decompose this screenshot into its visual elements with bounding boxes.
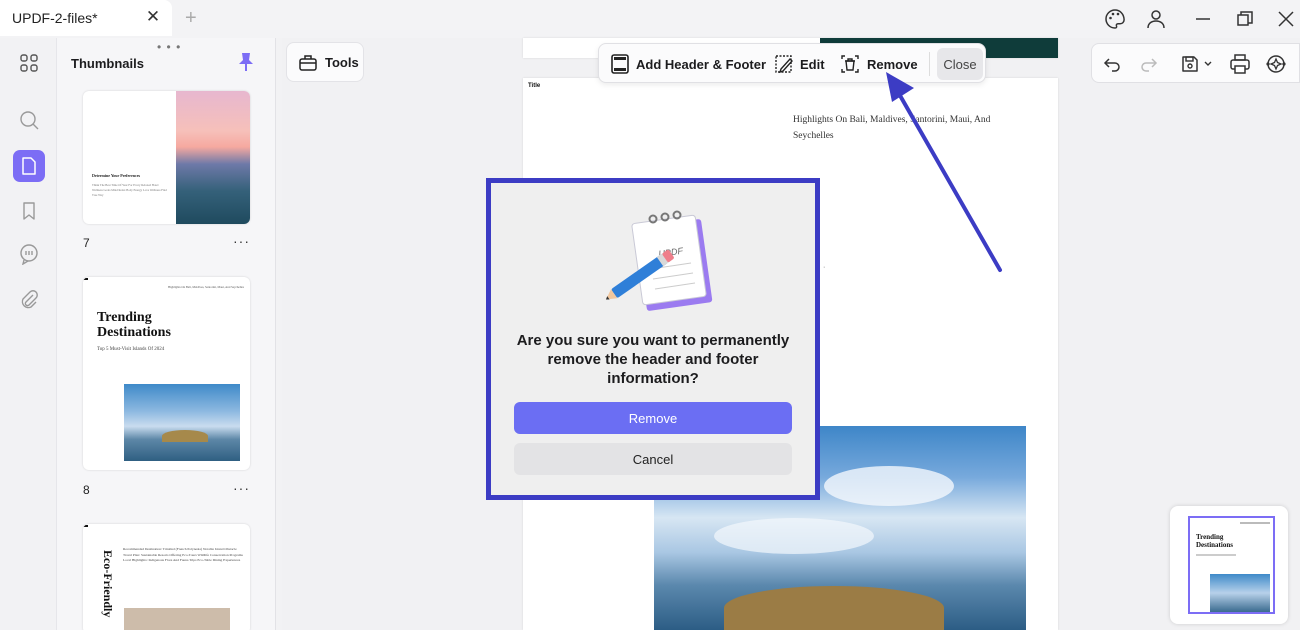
header-footer-icon bbox=[611, 54, 629, 74]
document-tab[interactable]: UPDF-2-files* ✕ bbox=[0, 0, 172, 36]
minimize-icon[interactable] bbox=[1192, 8, 1214, 30]
save-options-chevron-icon[interactable] bbox=[1202, 52, 1214, 76]
cloud-shape bbox=[824, 466, 954, 506]
thumb-subtitle: Top 5 Must-Visit Islands Of 2024 bbox=[97, 347, 165, 352]
bookmark-icon[interactable] bbox=[13, 195, 45, 227]
thumb-heading: Determine Your Preferences bbox=[92, 173, 141, 178]
notepad-pencil-icon: UPDF bbox=[605, 210, 713, 311]
page-number-7: 7 bbox=[83, 236, 90, 250]
thumbnails-panel: • • • Thumbnails Determine Your Preferen… bbox=[56, 38, 276, 630]
cloud-shape bbox=[714, 518, 874, 554]
title-bar: UPDF-2-files* ✕ + bbox=[0, 0, 1300, 38]
thumb-title-tag bbox=[83, 278, 88, 280]
search-icon[interactable] bbox=[13, 104, 45, 136]
navigator-heading-line2: Destinations bbox=[1196, 541, 1233, 549]
navigator-image bbox=[1210, 574, 1270, 612]
restore-icon[interactable] bbox=[1234, 8, 1256, 30]
tab-title: UPDF-2-files* bbox=[12, 10, 98, 26]
thumb-image bbox=[124, 608, 230, 630]
tools-label: Tools bbox=[325, 54, 359, 70]
sunset-image bbox=[176, 91, 250, 224]
navigator-heading-line1: Trending bbox=[1196, 533, 1224, 541]
page-thumbnail-8[interactable]: Highlights On Bali, Maldives, Santorini,… bbox=[83, 277, 250, 470]
print-icon[interactable] bbox=[1228, 52, 1252, 76]
left-rail bbox=[0, 38, 56, 630]
add-header-footer-label: Add Header & Footer bbox=[636, 56, 767, 72]
thumb-title-tag bbox=[83, 525, 88, 527]
island-shape bbox=[724, 586, 944, 630]
page-thumbnail-7[interactable]: Determine Your Preferences Think The Bes… bbox=[83, 91, 250, 224]
navigator-page: Trending Destinations bbox=[1188, 516, 1275, 614]
edit-label: Edit bbox=[800, 56, 825, 72]
navigator-subtitle-line bbox=[1196, 554, 1236, 556]
thumb-heading-line2: Destinations bbox=[97, 325, 171, 340]
remove-icon bbox=[841, 55, 859, 73]
pages-icon[interactable] bbox=[13, 150, 45, 182]
redo-icon[interactable] bbox=[1137, 52, 1161, 76]
thumb-heading: Trending Destinations bbox=[97, 310, 171, 340]
page-number-8: 8 bbox=[83, 483, 90, 497]
dialog-remove-button[interactable]: Remove bbox=[514, 402, 792, 434]
account-icon[interactable] bbox=[1145, 8, 1167, 30]
panel-grip-icon[interactable]: • • • bbox=[157, 40, 181, 54]
thumb-heading-line1: Trending bbox=[97, 310, 152, 325]
right-toolbar bbox=[1091, 43, 1300, 83]
navigator-header-line bbox=[1240, 522, 1270, 524]
attachment-icon[interactable] bbox=[13, 284, 45, 316]
island-shape bbox=[162, 430, 208, 442]
new-tab-icon[interactable]: + bbox=[185, 8, 197, 28]
toolbox-icon bbox=[299, 55, 317, 71]
annotation-arrow-icon bbox=[886, 72, 1002, 272]
island-image bbox=[124, 384, 240, 461]
page-thumbnail-9[interactable]: Eco-Friendly Recommended Destination: Tr… bbox=[83, 524, 250, 630]
thumb-header-text: Highlights On Bali, Maldives, Santorini,… bbox=[168, 285, 244, 289]
navigator-heading: Trending Destinations bbox=[1196, 533, 1233, 549]
dialog-message: Are you sure you want to permanently rem… bbox=[516, 332, 790, 387]
thumb-body: Think The Best Time Of Year For Every Re… bbox=[92, 183, 167, 197]
tab-close-icon[interactable]: ✕ bbox=[145, 8, 161, 25]
edit-button[interactable]: Edit bbox=[774, 52, 825, 76]
tools-button[interactable]: Tools bbox=[286, 42, 364, 82]
more-options-icon[interactable]: ··· bbox=[233, 480, 250, 496]
thumb-vertical-heading: Eco-Friendly bbox=[101, 550, 115, 618]
comment-icon[interactable] bbox=[13, 238, 45, 270]
thumb-body: Recommended Destination: Trinidad (Frenc… bbox=[123, 547, 243, 562]
add-header-footer-button[interactable]: Add Header & Footer bbox=[610, 52, 766, 76]
page-navigator[interactable]: Trending Destinations bbox=[1170, 506, 1288, 624]
remove-confirmation-dialog: UPDF Are you sure you want to permanentl… bbox=[486, 178, 820, 500]
save-icon[interactable] bbox=[1178, 52, 1202, 76]
pin-icon[interactable] bbox=[237, 52, 255, 72]
dialog-cancel-button[interactable]: Cancel bbox=[514, 443, 792, 475]
page-mark: · bbox=[823, 264, 826, 271]
edit-icon bbox=[775, 55, 793, 74]
ai-assistant-icon[interactable] bbox=[1264, 52, 1288, 76]
more-options-icon[interactable]: ··· bbox=[233, 233, 250, 249]
undo-icon[interactable] bbox=[1100, 52, 1124, 76]
palette-icon[interactable] bbox=[1104, 8, 1126, 30]
thumbnails-icon[interactable] bbox=[13, 47, 45, 79]
thumbnails-title: Thumbnails bbox=[71, 56, 144, 71]
close-window-icon[interactable] bbox=[1275, 8, 1297, 30]
page-header-tag: Title bbox=[528, 83, 541, 89]
